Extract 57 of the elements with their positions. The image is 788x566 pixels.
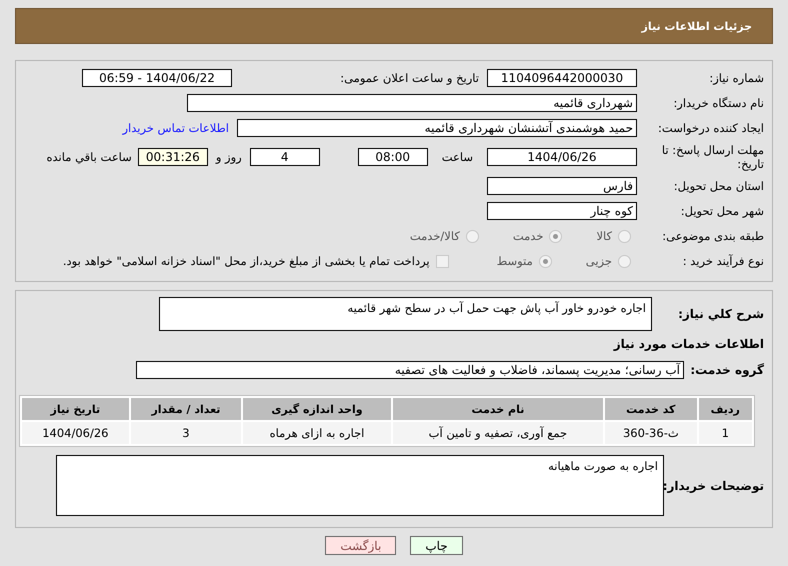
field-label: شماره نیاز: (708, 71, 765, 85)
table-cell: ث-36-360 (605, 422, 697, 444)
radio-button[interactable] (538, 254, 552, 268)
radio-button[interactable] (618, 254, 631, 268)
option-label: متوسط (496, 254, 533, 268)
section-heading: اطلاعات خدمات مورد نیاز (612, 337, 765, 351)
back-button[interactable]: بازگشت (325, 536, 396, 555)
table-cell: 1404/06/26 (22, 422, 129, 444)
column-header: تعداد / مقدار (130, 398, 242, 420)
radio-button[interactable] (466, 230, 479, 242)
page-title: جزئیات اطلاعات نیاز (642, 20, 752, 32)
contact-link[interactable]: اطلاعات تماس خریدار (122, 121, 229, 135)
option-label: کالا (596, 229, 612, 243)
column-header: کد خدمت (605, 398, 697, 420)
buyer-name-field: شهرداری قائمیه (187, 94, 637, 112)
announce-date-field: 1404/06/22 - 06:59 (82, 69, 232, 87)
need-number-field: 1104096442000030 (487, 69, 637, 87)
radio-button[interactable] (618, 230, 631, 242)
deadline-date-field: 1404/06/26 (487, 148, 637, 166)
field-label: توضیحات خریدار: (664, 478, 765, 492)
field-label: تاریخ و ساعت اعلان عمومی: (339, 71, 480, 85)
field-label: گروه خدمت: (689, 363, 765, 377)
creator-field: حمید هوشمندی آتشنشان شهرداری قائمیه (237, 119, 637, 137)
days-field: 4 (250, 148, 320, 166)
time-label: ساعت (442, 150, 473, 164)
column-header: ردیف (698, 398, 752, 420)
table-cell: 3 (130, 422, 242, 444)
field-label: مهلت ارسال پاسخ: تا تاریخ: (660, 143, 765, 171)
checkbox[interactable] (436, 254, 449, 268)
field-label: طبقه بندی موضوعی: (661, 229, 765, 243)
option-label: کالا/خدمت (410, 229, 460, 243)
print-button[interactable]: چاپ (410, 536, 463, 555)
option-label: جزیی (586, 254, 612, 268)
radio-button[interactable] (549, 230, 562, 242)
field-label: شرح کلي نياز: (677, 307, 765, 321)
deadline-time-field: 08:00 (358, 148, 428, 166)
field-label: نوع فرآیند خرید : (682, 254, 765, 268)
summary-field: اجاره خودرو خاور آب پاش جهت حمل آب در سطح شهر قائمیه (159, 297, 652, 331)
buyer-notes-field: اجاره به صورت ماهیانه (56, 455, 664, 516)
city-field: کوه چنار (487, 202, 637, 220)
service-group-field: آب رسانی؛ مدیریت پسماند، فاضلاب و فعالیت های تصفیه (136, 361, 684, 379)
payment-note: پرداخت تمام یا بخشی از مبلغ خرید،از محل "اسناد خزانه اسلامی" خواهد بود. (62, 254, 430, 268)
days-label: روز و (216, 150, 242, 164)
remaining-time-field: 00:31:26 (138, 148, 208, 166)
field-label: استان محل تحویل: (672, 179, 765, 193)
option-label: خدمت (512, 229, 544, 243)
column-header: واحد اندازه گیری (243, 398, 391, 420)
table-cell: جمع آوری، تصفیه و تامین آب (392, 422, 604, 444)
table-cell: 1 (698, 422, 752, 444)
column-header: نام خدمت (392, 398, 604, 420)
column-header: تاریخ نیاز (22, 398, 129, 420)
field-label: شهر محل تحویل: (680, 204, 765, 218)
field-label: ایجاد کننده درخواست: (657, 121, 765, 135)
remaining-label: ساعت باقي مانده (46, 150, 132, 164)
field-label: نام دستگاه خریدار: (672, 96, 765, 110)
province-field: فارس (487, 177, 637, 195)
table-cell: اجاره به ازای هرماه (243, 422, 391, 444)
